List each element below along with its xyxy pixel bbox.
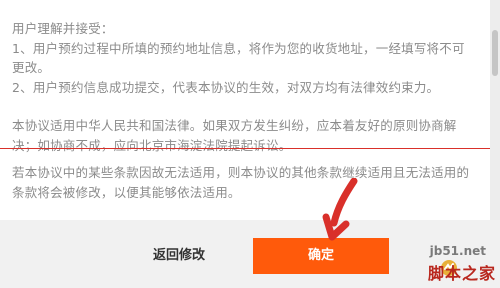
agreement-content: 用户理解并接受： 1、用户预约过程中所填的预约地址信息，将作为您的收货地址，一经… xyxy=(0,0,488,220)
agreement-paragraph-1: 用户理解并接受： 1、用户预约过程中所填的预约地址信息，将作为您的收货地址，一经… xyxy=(12,21,465,95)
back-edit-button[interactable]: 返回修改 xyxy=(110,238,248,274)
scrollbar-thumb[interactable] xyxy=(492,30,498,76)
agreement-paragraph-3: 若本协议中的某些条款因故无法适用，则本协议的其他条款继续适用且无法适用的条款将会… xyxy=(12,165,470,200)
watermark-url: jb51.net xyxy=(429,244,486,258)
scrollbar[interactable] xyxy=(490,0,500,240)
confirm-button[interactable]: 确定 xyxy=(253,238,389,274)
footer-bar xyxy=(0,220,500,288)
agreement-paragraph-2: 本协议适用中华人民共和国法律。如果双方发生纠纷，应本着友好的原则协商解决；如协商… xyxy=(12,118,457,153)
arrow-annotation-icon xyxy=(322,178,358,241)
watermark-text: 脚本之家 xyxy=(427,264,496,283)
annotation-line xyxy=(0,148,500,149)
